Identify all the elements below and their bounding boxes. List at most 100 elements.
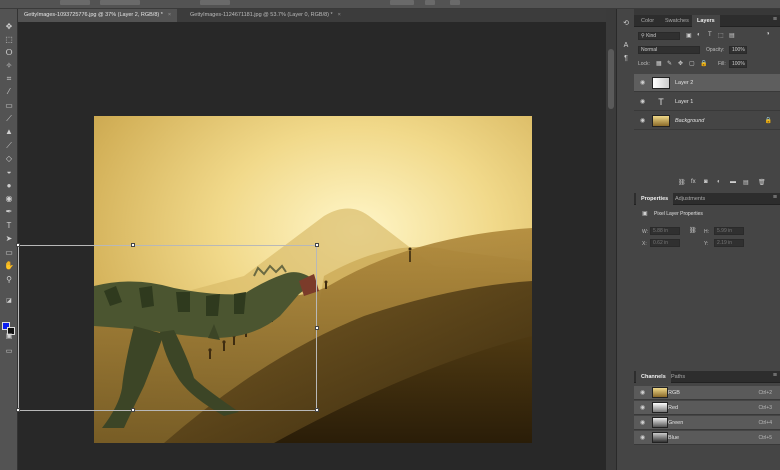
eye-icon[interactable]: ◉	[640, 389, 645, 396]
document-tab-2[interactable]: GettyImages-1124671181.jpg @ 53.7% (Laye…	[184, 9, 347, 22]
tab-swatches[interactable]: Swatches	[660, 15, 694, 27]
lock-artboard-icon[interactable]: ▢	[689, 60, 695, 67]
vertical-scrollbar[interactable]	[606, 9, 616, 470]
history-icon[interactable]: ⟲	[620, 19, 632, 29]
clone-stamp-icon[interactable]: ▲	[3, 126, 15, 137]
fill-input[interactable]: 100%	[729, 60, 747, 68]
scrollbar-thumb[interactable]	[608, 49, 614, 109]
layer-row[interactable]: ◉ Layer 2	[634, 74, 780, 92]
tab-layers[interactable]: Layers	[692, 15, 720, 27]
panel-menu-icon[interactable]: ≡	[773, 16, 777, 23]
blur-icon[interactable]: ●	[3, 180, 15, 191]
channel-row[interactable]: ◉ RGB Ctrl+2	[634, 386, 780, 400]
filter-kind-select[interactable]: ⚲ Kind	[638, 32, 680, 40]
mask-icon[interactable]: ◙	[704, 179, 708, 185]
transform-handle[interactable]	[16, 408, 20, 412]
filter-adjustment-icon[interactable]: ◐	[697, 32, 701, 38]
filter-type-icon[interactable]: T	[708, 32, 712, 38]
filter-toggle-icon[interactable]: ◑	[766, 31, 770, 37]
pen-icon[interactable]: ✒	[3, 206, 15, 217]
panel-menu-icon[interactable]: ≡	[773, 194, 777, 201]
tab-properties[interactable]: Properties	[636, 193, 674, 205]
paint-bucket-icon[interactable]: ◒	[3, 166, 15, 177]
new-layer-icon[interactable]: ▤	[743, 179, 749, 186]
move-icon[interactable]: ✥	[3, 21, 15, 32]
tab-paths[interactable]: Paths	[666, 371, 690, 383]
zoom-icon[interactable]: ⚲	[3, 274, 15, 285]
blend-mode-select[interactable]: Normal	[638, 46, 700, 54]
lock-all-icon[interactable]: 🔒	[700, 60, 707, 67]
channel-row[interactable]: ◉ Green Ctrl+4	[634, 416, 780, 430]
marquee-icon[interactable]: ⬚	[3, 34, 15, 45]
paragraph-icon[interactable]: ¶	[620, 54, 632, 64]
eye-icon[interactable]: ◉	[640, 98, 645, 105]
eye-icon[interactable]: ◉	[640, 79, 645, 86]
eye-icon[interactable]: ◉	[640, 404, 645, 411]
brush-icon[interactable]: ⟋	[3, 113, 15, 124]
tab-color[interactable]: Color	[636, 15, 659, 27]
transform-handle[interactable]	[315, 408, 319, 412]
eyedropper-icon[interactable]: ⁄	[3, 86, 15, 97]
crop-icon[interactable]: ⌗	[3, 73, 15, 84]
option-control[interactable]	[100, 0, 140, 5]
eye-icon[interactable]: ◉	[640, 419, 645, 426]
y-input[interactable]: 2.19 in	[714, 239, 744, 247]
trash-icon[interactable]: 🗑	[758, 179, 766, 186]
close-icon[interactable]: ×	[338, 12, 341, 18]
transform-handle[interactable]	[131, 408, 135, 412]
type-icon[interactable]: T	[3, 220, 15, 231]
eraser-icon[interactable]: ◇	[3, 153, 15, 164]
history-brush-icon[interactable]: ⟋	[3, 140, 15, 151]
hand-icon[interactable]: ✋	[3, 260, 15, 271]
fx-icon[interactable]: fx	[691, 179, 696, 185]
rectangle-icon[interactable]: ▭	[3, 247, 15, 258]
eye-icon[interactable]: ◉	[640, 117, 645, 124]
layer-row[interactable]: ◉ T Layer 1	[634, 93, 780, 111]
option-control[interactable]	[450, 0, 460, 5]
eye-icon[interactable]: ◉	[640, 434, 645, 441]
transform-handle[interactable]	[315, 326, 319, 330]
healing-brush-icon[interactable]: ▭	[3, 100, 15, 111]
panel-menu-icon[interactable]: ≡	[773, 372, 777, 379]
filter-pixel-icon[interactable]: ▣	[686, 32, 692, 39]
path-selection-icon[interactable]: ➤	[3, 233, 15, 244]
channel-name: Blue	[668, 435, 680, 441]
canvas-area[interactable]	[16, 22, 606, 470]
lock-position-icon[interactable]: ✥	[678, 60, 683, 67]
x-label: X:	[642, 241, 647, 247]
lock-pixels-icon[interactable]: ✎	[667, 60, 672, 67]
transform-handle[interactable]	[131, 243, 135, 247]
layer-row[interactable]: ◉ Background 🔒	[634, 112, 780, 130]
character-icon[interactable]: A	[620, 41, 632, 51]
default-colors-icon[interactable]: ◪	[3, 296, 15, 307]
link-icon[interactable]: ⛓	[689, 227, 697, 234]
filter-smart-object-icon[interactable]: ▤	[729, 32, 735, 39]
opacity-input[interactable]: 100%	[729, 46, 747, 54]
quick-mask-icon[interactable]: ▣	[3, 331, 15, 342]
adjustment-icon[interactable]: ◐	[717, 179, 721, 185]
tab-adjustments[interactable]: Adjustments	[670, 193, 710, 205]
lasso-icon[interactable]: ⵔ	[3, 47, 15, 58]
transform-handle[interactable]	[315, 243, 319, 247]
dodge-icon[interactable]: ◉	[3, 193, 15, 204]
document-tab-1[interactable]: GettyImages-1093725776.jpg @ 37% (Layer …	[18, 9, 178, 22]
filter-shape-icon[interactable]: ⬚	[718, 32, 724, 39]
width-input[interactable]: 5.88 in	[650, 227, 680, 235]
x-input[interactable]: 0.62 in	[650, 239, 680, 247]
transform-handle[interactable]	[16, 243, 20, 247]
option-control[interactable]	[200, 0, 230, 5]
screen-mode-icon[interactable]: ▭	[3, 346, 15, 357]
layer-thumbnail	[652, 77, 670, 89]
transform-bounding-box[interactable]	[16, 243, 319, 412]
option-control[interactable]	[425, 0, 435, 5]
link-icon[interactable]: ⛓	[678, 179, 686, 186]
magic-wand-icon[interactable]: ✧	[3, 60, 15, 71]
channel-row[interactable]: ◉ Red Ctrl+3	[634, 401, 780, 415]
option-control[interactable]	[390, 0, 414, 5]
height-input[interactable]: 5.99 in	[714, 227, 744, 235]
lock-transparent-icon[interactable]: ▦	[656, 60, 662, 67]
option-control[interactable]	[60, 0, 90, 5]
folder-icon[interactable]: ▬	[730, 179, 736, 185]
close-icon[interactable]: ×	[168, 12, 171, 18]
channel-row[interactable]: ◉ Blue Ctrl+5	[634, 431, 780, 445]
